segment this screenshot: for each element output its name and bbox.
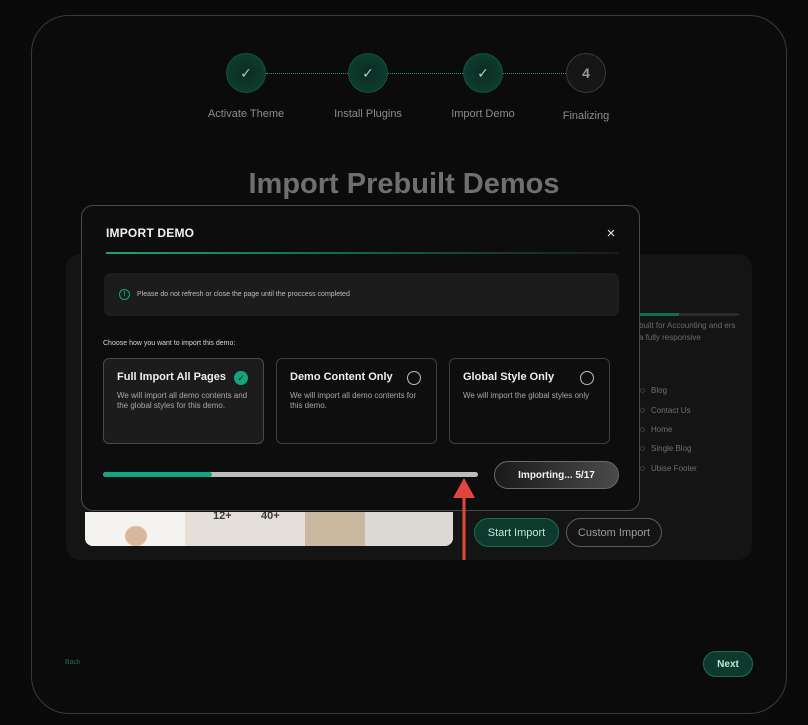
- annotation-arrow-icon: [453, 478, 475, 560]
- importing-status-button[interactable]: Importing... 5/17: [494, 461, 619, 489]
- radio-icon[interactable]: [580, 371, 594, 385]
- import-demo-modal: IMPORT DEMO × ! Please do not refresh or…: [81, 205, 640, 511]
- import-progress-bar: [103, 472, 478, 477]
- step-finalizing-number[interactable]: 4: [566, 53, 606, 93]
- option-description: We will import the global styles only: [463, 391, 590, 400]
- option-global-style-only[interactable]: Global Style Only We will import the glo…: [449, 358, 610, 444]
- preview-stat: 12+: [213, 512, 232, 522]
- bullet-icon: [640, 388, 645, 394]
- step-label-finalizing: Finalizing: [562, 110, 610, 122]
- step-activate-theme-check-icon[interactable]: ✓: [226, 53, 266, 93]
- back-link[interactable]: Back: [65, 659, 81, 666]
- import-progress-fill: [103, 472, 212, 477]
- step-connector: [388, 73, 463, 74]
- bullet-icon: [640, 407, 645, 413]
- next-button[interactable]: Next: [703, 651, 753, 677]
- step-label-install-plugins: Install Plugins: [334, 108, 402, 120]
- modal-title: IMPORT DEMO: [106, 226, 195, 240]
- option-description: We will import all demo contents for thi…: [290, 391, 417, 410]
- import-mode-label: Choose how you want to import this demo:: [103, 340, 236, 347]
- modal-divider: [106, 252, 619, 254]
- page-title: Import Prebuilt Demos: [248, 168, 560, 200]
- info-icon: !: [119, 289, 130, 300]
- option-demo-content-only[interactable]: Demo Content Only We will import all dem…: [276, 358, 437, 444]
- list-item: Home: [640, 420, 697, 439]
- option-full-import[interactable]: Full Import All Pages We will import all…: [103, 358, 264, 444]
- start-import-button[interactable]: Start Import: [474, 518, 559, 547]
- option-title: Full Import All Pages: [117, 371, 226, 383]
- step-label-import-demo: Import Demo: [451, 108, 515, 120]
- demo-preview-image: 12+ 40+: [85, 512, 453, 546]
- check-icon[interactable]: ✓: [234, 371, 248, 385]
- demo-card-progress: [639, 313, 739, 316]
- radio-icon[interactable]: [407, 371, 421, 385]
- option-description: We will import all demo contents and the…: [117, 391, 248, 410]
- bullet-icon: [640, 446, 645, 452]
- preview-stat: 40+: [261, 512, 280, 522]
- demo-pages-list: Blog Contact Us Home Single Blog Ubise F…: [640, 381, 697, 478]
- warning-notice: ! Please do not refresh or close the pag…: [104, 273, 619, 316]
- list-item: Blog: [640, 381, 697, 400]
- demo-description: built for Accounting and ers a fully res…: [639, 321, 736, 342]
- step-install-plugins-check-icon[interactable]: ✓: [348, 53, 388, 93]
- setup-stepper: ✓ ✓ ✓ 4 Activate Theme Install Plugins I…: [0, 0, 808, 130]
- step-import-demo-check-icon[interactable]: ✓: [463, 53, 503, 93]
- step-label-activate-theme: Activate Theme: [207, 108, 285, 120]
- close-icon[interactable]: ×: [603, 225, 619, 241]
- list-item: Contact Us: [640, 400, 697, 419]
- bullet-icon: [640, 426, 645, 432]
- step-connector: [503, 73, 566, 74]
- option-title: Demo Content Only: [290, 371, 393, 383]
- custom-import-button[interactable]: Custom Import: [566, 518, 662, 547]
- bullet-icon: [640, 465, 645, 471]
- list-item: Ubise Footer: [640, 459, 697, 478]
- step-connector: [266, 73, 348, 74]
- option-title: Global Style Only: [463, 371, 555, 383]
- list-item: Single Blog: [640, 439, 697, 458]
- notice-text: Please do not refresh or close the page …: [137, 291, 350, 298]
